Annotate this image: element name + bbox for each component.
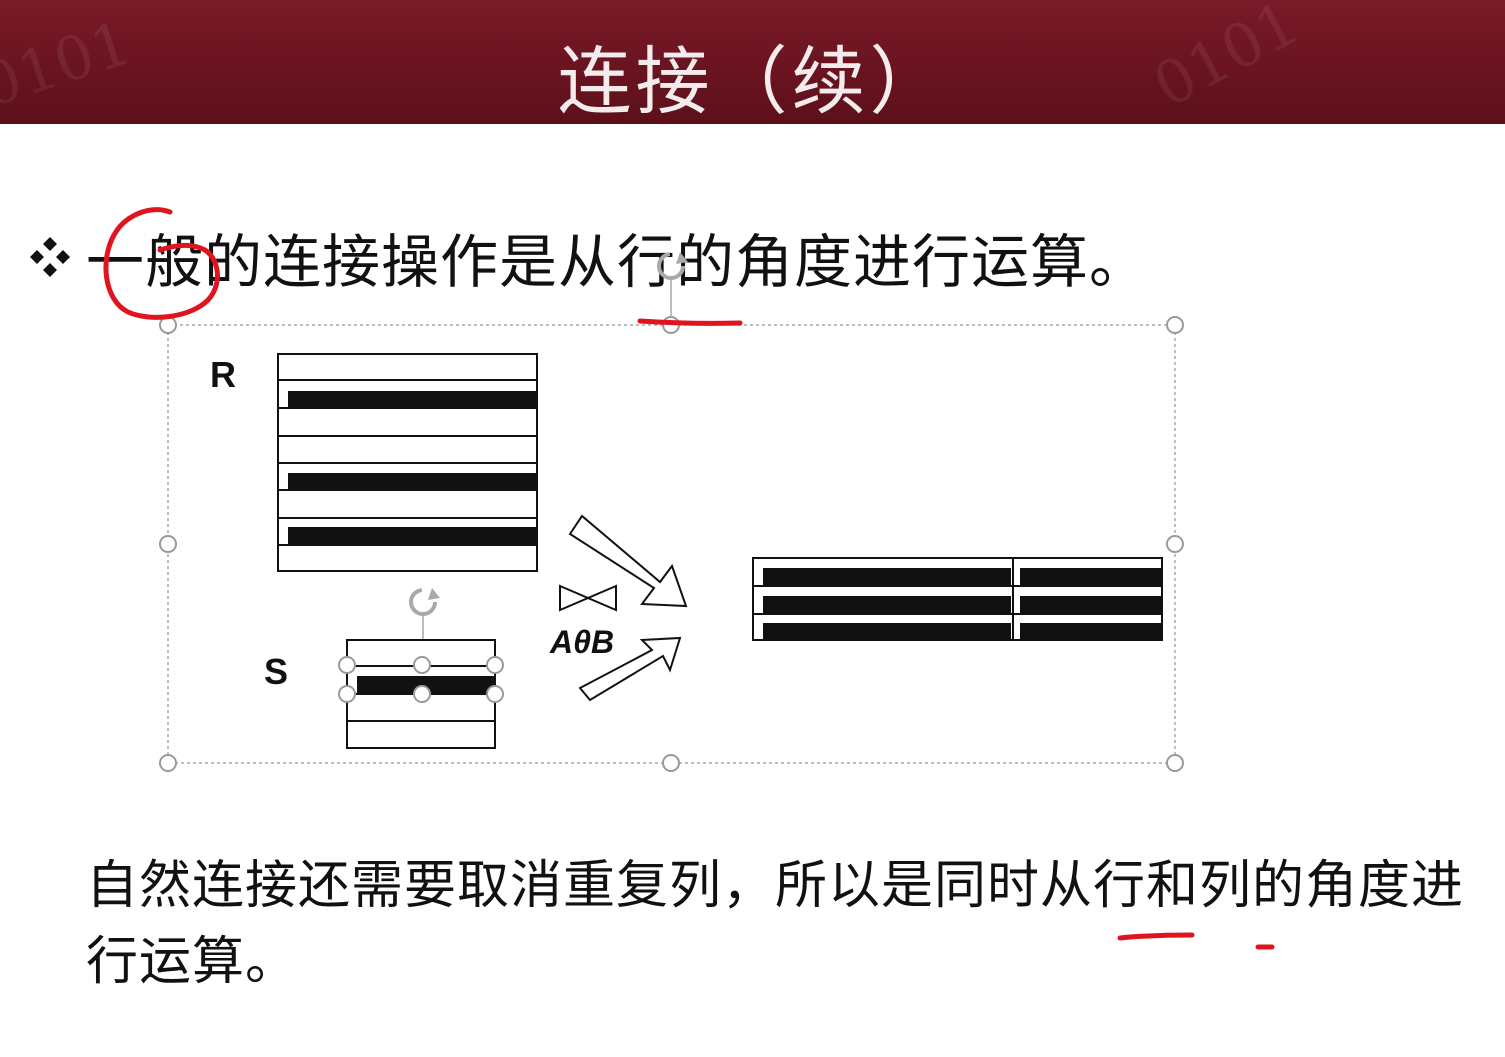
rotate-handle-icon[interactable] (409, 588, 440, 616)
resize-handle[interactable] (486, 685, 504, 703)
result-row (763, 596, 1011, 613)
join-bowtie-icon (585, 584, 617, 612)
join-bowtie-icon (559, 584, 591, 612)
arrow-down-right-icon (568, 514, 688, 608)
relation-r-row (288, 391, 537, 408)
relation-r-row (288, 527, 537, 544)
result-row (763, 623, 1011, 640)
resize-handle[interactable] (1166, 754, 1184, 772)
rotate-handle-icon[interactable] (657, 252, 688, 280)
result-row (763, 568, 1011, 585)
resize-handle[interactable] (159, 754, 177, 772)
resize-handle[interactable] (159, 535, 177, 553)
resize-handle[interactable] (413, 656, 431, 674)
relation-r-label: R (210, 354, 236, 395)
resize-handle[interactable] (486, 656, 504, 674)
result-table[interactable] (752, 557, 1163, 641)
result-row (1020, 568, 1162, 585)
relation-r-table[interactable] (277, 353, 538, 572)
join-condition-label: AθB (549, 624, 614, 660)
bottom-paragraph: 自然连接还需要取消重复列，所以是同时从行和列的角度进行运算。 (86, 856, 1465, 992)
relation-r-row (288, 473, 537, 490)
result-row (1020, 596, 1162, 613)
resize-handle[interactable] (413, 685, 431, 703)
red-annotation-circle (103, 207, 220, 320)
resize-handle[interactable] (1166, 316, 1184, 334)
red-annotation-underline (637, 318, 743, 326)
result-row (1020, 623, 1162, 640)
resize-handle[interactable] (1166, 535, 1184, 553)
resize-handle[interactable] (338, 656, 356, 674)
resize-handle[interactable] (662, 754, 680, 772)
resize-handle[interactable] (338, 685, 356, 703)
relation-s-label: S (264, 651, 288, 692)
